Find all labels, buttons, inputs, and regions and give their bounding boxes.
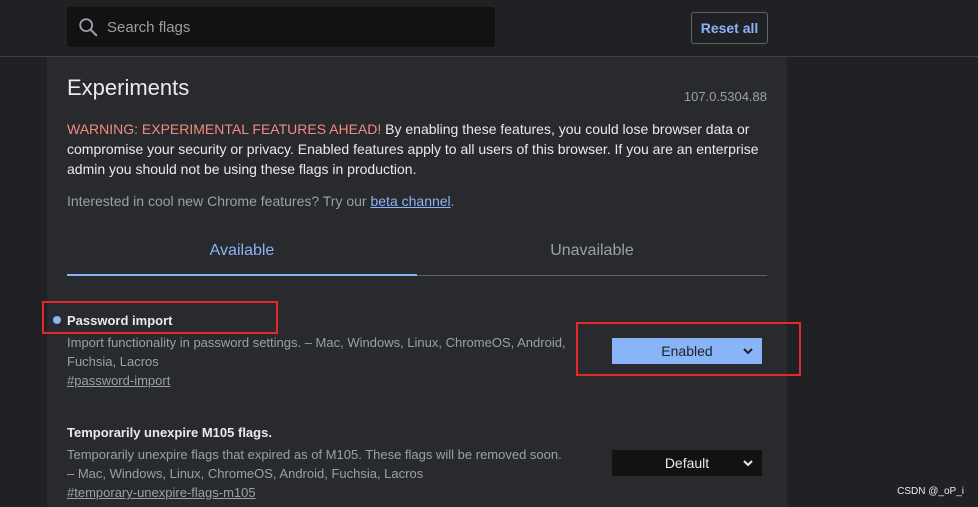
- warning-text: WARNING: EXPERIMENTAL FEATURES AHEAD! By…: [67, 119, 767, 179]
- search-icon: [79, 18, 98, 37]
- experiments-panel: Experiments 107.0.5304.88 WARNING: EXPER…: [47, 57, 787, 507]
- beta-channel-note: Interested in cool new Chrome features? …: [67, 193, 455, 209]
- tab-bar: Available Unavailable: [67, 227, 767, 276]
- reset-all-button[interactable]: Reset all: [691, 12, 768, 44]
- annotation-box-select: [576, 322, 801, 376]
- warning-prefix: WARNING: EXPERIMENTAL FEATURES AHEAD!: [67, 121, 382, 137]
- tab-unavailable[interactable]: Unavailable: [417, 227, 767, 275]
- flag-state-value: Default: [664, 455, 710, 471]
- top-bar: Reset all: [0, 0, 978, 57]
- watermark: CSDN @_oP_i: [897, 486, 964, 497]
- page-title: Experiments: [67, 75, 190, 100]
- beta-channel-link[interactable]: beta channel: [370, 193, 450, 209]
- flag-description: Import functionality in password setting…: [67, 335, 566, 369]
- chevron-down-icon: [743, 460, 753, 467]
- flag-unexpire-m105: Temporarily unexpire M105 flags. Tempora…: [67, 423, 767, 500]
- flag-title: Temporarily unexpire M105 flags.: [67, 423, 767, 441]
- interest-text: Interested in cool new Chrome features? …: [67, 193, 371, 209]
- flag-title-text: Temporarily unexpire M105 flags.: [67, 424, 272, 440]
- flag-state-select[interactable]: Default: [612, 450, 762, 476]
- flag-description: Temporarily unexpire flags that expired …: [67, 447, 562, 481]
- search-input[interactable]: [105, 17, 489, 37]
- search-box[interactable]: [67, 7, 495, 47]
- tab-available[interactable]: Available: [67, 227, 417, 276]
- annotation-box-title: [42, 301, 278, 334]
- version-label: 107.0.5304.88: [683, 89, 767, 104]
- interest-suffix: .: [450, 193, 455, 209]
- flag-permalink[interactable]: #temporary-unexpire-flags-m105: [67, 485, 767, 500]
